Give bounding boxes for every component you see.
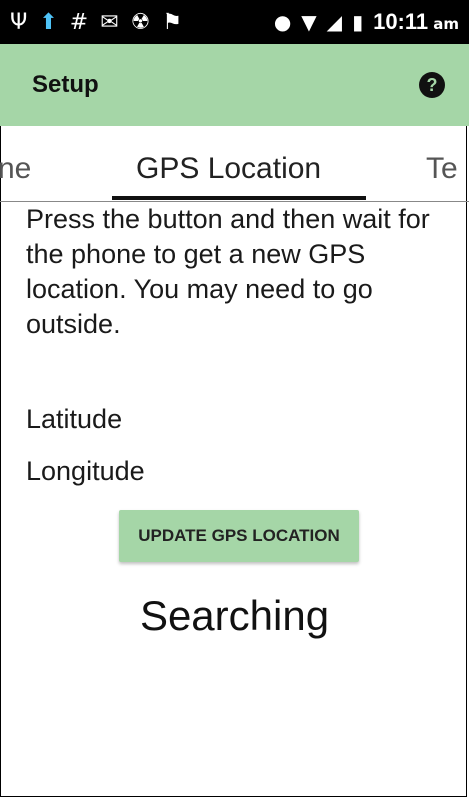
nfc-icon: ⚑ <box>162 9 183 35</box>
mail-icon: ✉ <box>100 9 119 35</box>
clock: 10:11 <box>373 9 429 34</box>
instructions-block: Press the button and then wait for the p… <box>26 202 466 342</box>
signal-icon: ◢ <box>326 10 343 34</box>
tab-gps-location[interactable]: GPS Location <box>136 152 321 186</box>
upload-icon: ⬆ <box>39 9 58 35</box>
app-title: Setup <box>32 71 99 98</box>
wifi-icon: ▼ <box>301 10 317 34</box>
system-icons: ● ▼ ◢ ▮ 10:11 am <box>274 9 459 35</box>
instructions-text: Press the button and then wait for the p… <box>26 204 430 339</box>
clock-ampm: am <box>433 15 459 33</box>
gps-status-text: Searching <box>139 592 330 639</box>
hash-icon: # <box>69 9 89 35</box>
tab-next[interactable]: Te <box>426 152 458 186</box>
help-icon[interactable]: ? <box>419 72 445 98</box>
status-bar: Ψ ⬆ # ✉ ☢ ⚑ ● ▼ ◢ ▮ 10:11 am <box>0 0 469 44</box>
location-icon: ● <box>273 10 292 34</box>
android-debug-icon: ☢ <box>130 9 151 35</box>
tab-previous[interactable]: ne <box>0 152 31 186</box>
longitude-label: Longitude <box>26 456 145 486</box>
active-tab-indicator <box>112 196 366 200</box>
battery-icon: ▮ <box>352 10 364 34</box>
latitude-label: Latitude <box>26 404 123 434</box>
app-bar: Setup ? <box>0 44 469 126</box>
tab-strip: ne GPS Location Te <box>0 126 469 202</box>
usb-icon: Ψ <box>10 9 28 35</box>
update-gps-location-button[interactable]: UPDATE GPS LOCATION <box>119 510 359 562</box>
notification-icons: Ψ ⬆ # ✉ ☢ ⚑ <box>10 10 182 35</box>
